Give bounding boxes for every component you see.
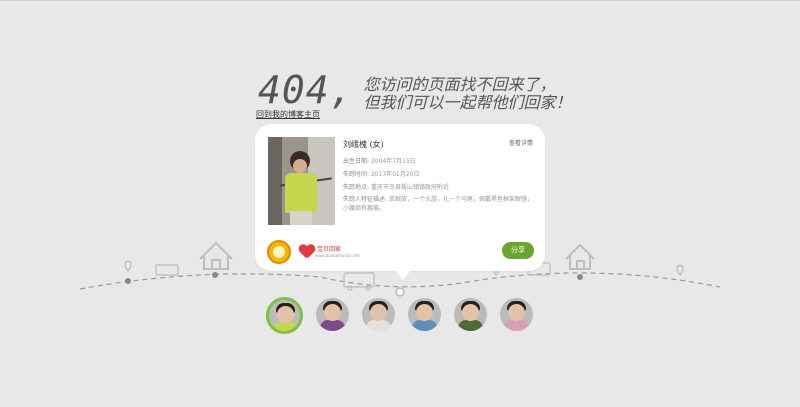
child-thumbnail[interactable] (316, 298, 349, 331)
child-thumbnail[interactable] (408, 298, 441, 331)
house-icon (565, 243, 595, 270)
child-thumbnail[interactable] (500, 298, 533, 331)
child-thumbnail[interactable] (266, 297, 303, 334)
info-missing-date: 失踪时间: 2017年01月20日 (343, 171, 420, 178)
org-badge-logo (267, 240, 291, 264)
error-message-line1: 您访问的页面找不回来了， (363, 75, 556, 94)
missing-children-carousel (266, 297, 546, 334)
top-border (0, 0, 800, 1)
person-name: 刘峨槐 (女) (343, 140, 384, 149)
missing-person-photo[interactable] (268, 137, 335, 225)
card-pointer (395, 270, 411, 280)
info-birth-date: 出生日期: 2004年7月15日 (343, 158, 416, 165)
house-icon (199, 241, 233, 270)
share-button[interactable]: 分享 (502, 242, 534, 259)
heart-icon (299, 245, 315, 259)
partner-logos: 宝贝回家 www.baobeihuijia.com (267, 240, 360, 264)
error-message-line2: 但我们可以一起帮他们回家！ (363, 93, 572, 112)
child-thumbnail[interactable] (362, 298, 395, 331)
info-missing-location: 失踪地点: 重庆市忠县拔山镇镇政府附近 (343, 184, 449, 191)
error-headline: 404, 您访问的页面找不回来了， 但我们可以一起帮他们回家！ (258, 70, 572, 112)
missing-person-card: 刘峨槐 (女) 查看详情 出生日期: 2004年7月15日 失踪时间: 2017… (255, 124, 545, 271)
view-details-link[interactable]: 查看详情 (509, 138, 533, 147)
back-to-blog-link[interactable]: 回到我的博客主页 (256, 109, 320, 120)
info-features: 失踪人特征描述: 单眼皮，一个头旋，扎一个马尾，佩戴黑色框架眼镜，小腹部有瘢痕。 (343, 196, 533, 212)
error-code: 404, (258, 68, 354, 112)
child-thumbnail[interactable] (454, 298, 487, 331)
bus-icon (343, 272, 375, 291)
baobeihuijia-logo: 宝贝回家 www.baobeihuijia.com (299, 245, 360, 259)
error-message: 您访问的页面找不回来了， 但我们可以一起帮他们回家！ (364, 76, 572, 112)
